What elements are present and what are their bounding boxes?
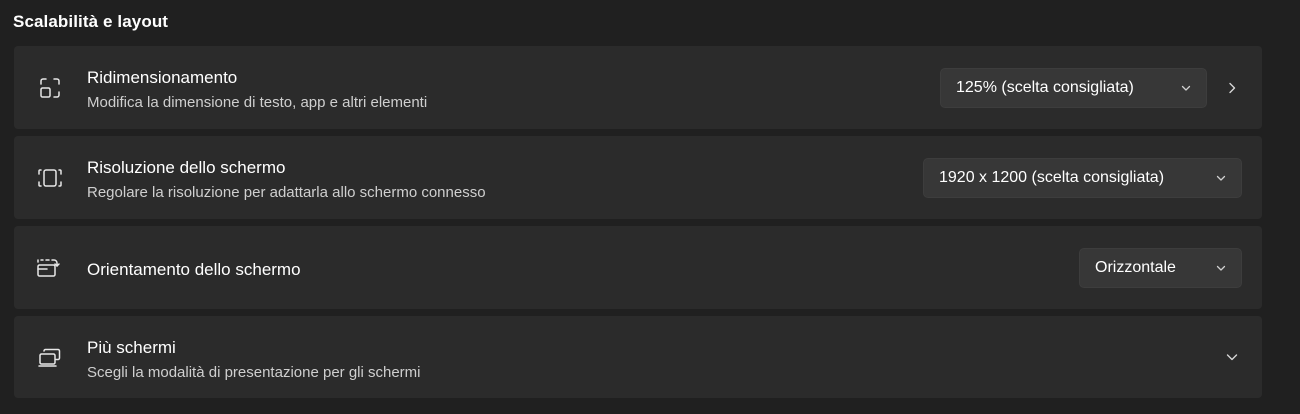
resolution-setting-card: Risoluzione dello schermo Regolare la ri… <box>14 136 1262 219</box>
multiple-displays-title: Più schermi <box>87 338 176 357</box>
chevron-right-icon[interactable] <box>1218 74 1246 102</box>
scale-dropdown-value: 125% (scelta consigliata) <box>956 79 1134 96</box>
chevron-down-icon <box>1215 172 1227 184</box>
section-title: Scalabilità e layout <box>13 12 169 31</box>
orientation-dropdown[interactable]: Orizzontale <box>1079 248 1242 288</box>
chevron-down-icon <box>1215 262 1227 274</box>
scale-setting-card[interactable]: Ridimensionamento Modifica la dimensione… <box>14 46 1262 129</box>
chevron-down-icon <box>1180 82 1192 94</box>
scale-dropdown[interactable]: 125% (scelta consigliata) <box>940 68 1207 108</box>
resolution-dropdown-value: 1920 x 1200 (scelta consigliata) <box>939 169 1165 186</box>
orientation-setting-card: Orientamento dello schermo Orizzontale <box>14 226 1262 309</box>
multiple-displays-icon <box>36 344 64 372</box>
resolution-dropdown[interactable]: 1920 x 1200 (scelta consigliata) <box>923 158 1242 198</box>
scale-icon <box>36 74 64 102</box>
orientation-icon <box>36 254 64 282</box>
resolution-icon <box>36 164 64 192</box>
orientation-title: Orientamento dello schermo <box>87 260 301 279</box>
multiple-displays-description: Scegli la modalità di presentazione per … <box>87 364 421 381</box>
multiple-displays-card[interactable]: Più schermi Scegli la modalità di presen… <box>14 316 1262 398</box>
scale-description: Modifica la dimensione di testo, app e a… <box>87 94 428 111</box>
resolution-title: Risoluzione dello schermo <box>87 158 286 177</box>
scale-title: Ridimensionamento <box>87 68 238 87</box>
chevron-down-icon[interactable] <box>1218 343 1246 371</box>
orientation-dropdown-value: Orizzontale <box>1095 259 1176 276</box>
resolution-description: Regolare la risoluzione per adattarla al… <box>87 184 486 201</box>
